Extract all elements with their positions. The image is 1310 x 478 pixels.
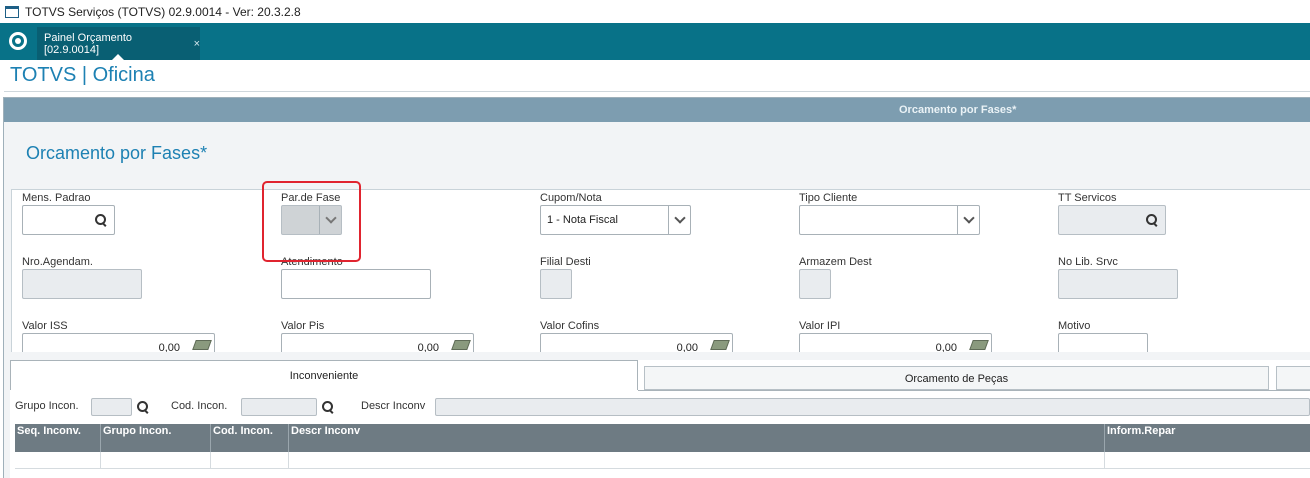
app-window-icon <box>5 5 19 18</box>
grupo-incon-label: Grupo Incon. <box>15 400 79 412</box>
tabs-area: Inconveniente Orcamento de Peças Grupo I… <box>10 360 1310 478</box>
filial-desti-label: Filial Desti <box>540 256 591 268</box>
tab-orcamento-de-pecas[interactable]: Orcamento de Peças <box>644 366 1269 390</box>
fields-panel: Mens. Padrao Par.de Fase Cupom/Nota 1 - … <box>11 189 1310 352</box>
form-title: Orcamento por Fases* <box>26 143 208 163</box>
mens-padrao-label: Mens. Padrao <box>22 192 91 204</box>
valor-iss-label: Valor ISS <box>22 320 68 332</box>
grid-cell <box>289 452 1105 469</box>
valor-cofins-label: Valor Cofins <box>540 320 600 332</box>
atendimento-field[interactable] <box>281 269 431 299</box>
grid-header: Seq. Inconv. Grupo Incon. Cod. Incon. De… <box>15 424 1310 452</box>
grid-cell <box>101 452 211 469</box>
filial-desti-field[interactable] <box>540 269 572 299</box>
nro-agendam-field[interactable] <box>22 269 142 299</box>
cupom-nota-chevron-down-icon[interactable] <box>668 206 690 234</box>
tab-close-icon[interactable]: × <box>194 38 200 50</box>
grupo-incon-input[interactable] <box>91 398 132 416</box>
grid-cell <box>211 452 289 469</box>
tipo-cliente-label: Tipo Cliente <box>799 192 858 204</box>
inconvenientes-grid: Seq. Inconv. Grupo Incon. Cod. Incon. De… <box>15 424 1310 478</box>
valor-iss-calculator-icon[interactable] <box>192 340 212 350</box>
tt-servicos-field[interactable] <box>1058 205 1166 235</box>
table-row[interactable] <box>15 452 1310 469</box>
cupom-nota-label: Cupom/Nota <box>540 192 602 204</box>
valor-pis-field[interactable]: 0,00 <box>281 333 474 352</box>
mens-padrao-field[interactable] <box>22 205 115 235</box>
grid-header-seq-inconv[interactable]: Seq. Inconv. <box>15 424 101 452</box>
tab-label: Painel Orçamento [02.9.0014] <box>44 31 133 56</box>
tipo-cliente-select[interactable] <box>799 205 980 235</box>
valor-ipi-label: Valor IPI <box>799 320 841 332</box>
active-tab-caret-icon <box>112 54 124 60</box>
tab-divider <box>638 390 1310 391</box>
valor-ipi-calculator-icon[interactable] <box>969 340 989 350</box>
dialog-header-bar: Orcamento por Fases* <box>4 98 1310 122</box>
no-lib-srvc-label: No Lib. Srvc <box>1058 256 1118 268</box>
top-navigation-bar: Painel Orçamento [02.9.0014] × <box>0 23 1310 60</box>
grupo-incon-search-icon[interactable] <box>136 400 150 419</box>
tt-servicos-label: TT Servicos <box>1058 192 1117 204</box>
par-de-fase-label: Par.de Fase <box>281 192 341 204</box>
valor-pis-calculator-icon[interactable] <box>451 340 471 350</box>
cod-incon-input[interactable] <box>241 398 317 416</box>
cod-incon-search-icon[interactable] <box>321 400 335 419</box>
totvs-logo-icon[interactable] <box>9 32 27 50</box>
cod-incon-label: Cod. Incon. <box>171 400 228 412</box>
valor-pis-label: Valor Pis <box>281 320 325 332</box>
grid-header-descr-inconv[interactable]: Descr Inconv <box>289 424 1105 452</box>
valor-iss-field[interactable]: 0,00 <box>22 333 215 352</box>
par-de-fase-chevron-down-icon[interactable] <box>319 206 341 234</box>
descr-inconv-input[interactable] <box>435 398 1310 416</box>
valor-cofins-calculator-icon[interactable] <box>710 340 730 350</box>
armazem-dest-field[interactable] <box>799 269 831 299</box>
valor-cofins-value: 0,00 <box>676 342 698 352</box>
filter-row: Grupo Incon. Cod. Incon. Descr Inconv <box>15 396 1310 418</box>
tipo-cliente-chevron-down-icon[interactable] <box>957 206 979 234</box>
descr-inconv-label: Descr Inconv <box>361 400 426 412</box>
cupom-nota-value: 1 - Nota Fiscal <box>547 214 618 226</box>
valor-pis-value: 0,00 <box>417 342 439 352</box>
motivo-field[interactable] <box>1058 333 1148 352</box>
valor-ipi-field[interactable]: 0,00 <box>799 333 992 352</box>
nro-agendam-label: Nro.Agendam. <box>22 256 93 268</box>
tab-painel-orcamento[interactable]: Painel Orçamento [02.9.0014] × <box>37 27 200 60</box>
par-de-fase-select[interactable] <box>281 205 342 235</box>
tt-servicos-search-icon[interactable] <box>1145 213 1159 227</box>
tab-next[interactable] <box>1276 366 1310 390</box>
app-title: TOTVS | Oficina <box>10 64 155 86</box>
grid-header-inform-repar[interactable]: Inform.Repar <box>1105 424 1310 452</box>
tab-inconveniente[interactable]: Inconveniente <box>10 360 638 390</box>
dialog-header-title: Orcamento por Fases* <box>899 104 1017 116</box>
window-titlebar: TOTVS Serviços (TOTVS) 02.9.0014 - Ver: … <box>0 0 1310 23</box>
motivo-label: Motivo <box>1058 320 1091 332</box>
no-lib-srvc-field[interactable] <box>1058 269 1178 299</box>
atendimento-label: Atendimento <box>281 256 343 268</box>
grid-header-grupo-incon[interactable]: Grupo Incon. <box>101 424 211 452</box>
valor-iss-value: 0,00 <box>158 342 180 352</box>
title-divider <box>4 91 1310 92</box>
armazem-dest-label: Armazem Dest <box>799 256 872 268</box>
grid-header-cod-incon[interactable]: Cod. Incon. <box>211 424 289 452</box>
window-title: TOTVS Serviços (TOTVS) 02.9.0014 - Ver: … <box>25 4 301 19</box>
cupom-nota-select[interactable]: 1 - Nota Fiscal <box>540 205 691 235</box>
grid-cell <box>15 452 101 469</box>
valor-cofins-field[interactable]: 0,00 <box>540 333 733 352</box>
mens-padrao-search-icon[interactable] <box>94 213 108 227</box>
valor-ipi-value: 0,00 <box>935 342 957 352</box>
